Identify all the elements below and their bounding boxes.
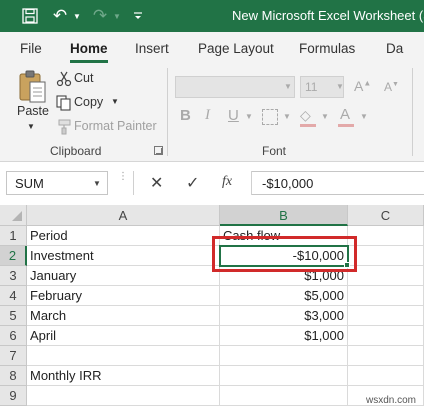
watermark: wsxdn.com <box>366 395 417 406</box>
name-box-dropdown-icon[interactable]: ▼ <box>93 179 101 188</box>
increase-font-size-icon[interactable]: A▲ <box>354 78 371 94</box>
ribbon-separator <box>167 68 168 156</box>
row-header[interactable]: 8 <box>0 366 27 386</box>
bold-icon[interactable]: B <box>180 107 191 124</box>
font-color-dropdown-icon[interactable]: ▼ <box>360 112 368 121</box>
cell-a3[interactable]: January <box>27 266 220 286</box>
copy-icon <box>56 95 71 111</box>
cell-a5[interactable]: March <box>27 306 220 326</box>
ribbon-separator <box>412 68 413 156</box>
decrease-font-size-icon[interactable]: A▼ <box>384 80 399 94</box>
cell-a9[interactable] <box>27 386 220 406</box>
enter-check-icon[interactable]: ✓ <box>186 173 199 193</box>
undo-dropdown-icon[interactable]: ▼ <box>72 6 82 26</box>
borders-dropdown-icon[interactable]: ▼ <box>283 112 291 121</box>
borders-icon[interactable] <box>262 109 278 125</box>
insert-function-icon[interactable]: fx <box>222 174 232 190</box>
cell-a7[interactable] <box>27 346 220 366</box>
redo-icon[interactable]: ↷ <box>90 6 110 26</box>
clipboard-launcher-icon[interactable] <box>154 146 163 155</box>
font-group-label: Font <box>262 144 287 158</box>
cell-c8[interactable] <box>348 366 424 386</box>
customize-qat-icon[interactable] <box>132 6 144 26</box>
tab-data[interactable]: Da <box>386 41 403 56</box>
cell-b5[interactable]: $3,000 <box>220 306 348 326</box>
cell-b8[interactable] <box>220 366 348 386</box>
cell-b7[interactable] <box>220 346 348 366</box>
active-tab-indicator <box>70 60 108 63</box>
row-header[interactable]: 6 <box>0 326 27 346</box>
cell-b6[interactable]: $1,000 <box>220 326 348 346</box>
row-header[interactable]: 4 <box>0 286 27 306</box>
fill-color-icon[interactable]: ◇ <box>300 107 316 125</box>
column-header-a[interactable]: A <box>27 205 220 226</box>
cell-c3[interactable] <box>348 266 424 286</box>
format-painter-button[interactable]: Format Painter <box>74 119 157 133</box>
row-header[interactable]: 9 <box>0 386 27 406</box>
tab-formulas[interactable]: Formulas <box>299 41 355 56</box>
scissors-icon <box>56 71 72 87</box>
cell-a4[interactable]: February <box>27 286 220 306</box>
formula-bar-separator <box>133 171 134 195</box>
formula-bar-grip-icon[interactable]: ⋮ <box>118 172 128 192</box>
cell-c6[interactable] <box>348 326 424 346</box>
paste-button[interactable]: Paste <box>17 104 49 118</box>
cell-c7[interactable] <box>348 346 424 366</box>
font-size-dropdown-icon[interactable]: ▼ <box>336 82 344 91</box>
tab-page-layout[interactable]: Page Layout <box>198 41 274 56</box>
redo-dropdown-icon[interactable]: ▼ <box>112 6 122 26</box>
clipboard-group-label: Clipboard <box>50 144 102 158</box>
column-header-b[interactable]: B <box>220 205 348 226</box>
cancel-icon[interactable]: ✕ <box>150 173 163 193</box>
row-header[interactable]: 5 <box>0 306 27 326</box>
document-title: New Microsoft Excel Worksheet (3) <box>232 8 424 23</box>
cell-c1[interactable] <box>348 226 424 246</box>
row-header[interactable]: 7 <box>0 346 27 366</box>
underline-icon[interactable]: U <box>228 107 239 124</box>
paste-icon[interactable] <box>18 70 48 104</box>
font-color-icon[interactable]: A <box>340 106 350 123</box>
column-header-c[interactable]: C <box>348 205 424 226</box>
font-name-combobox[interactable] <box>175 76 295 98</box>
font-name-dropdown-icon[interactable]: ▼ <box>284 82 292 91</box>
font-color-swatch <box>338 124 354 127</box>
cell-a8[interactable]: Monthly IRR <box>27 366 220 386</box>
title-bar: ↶ ▼ ↷ ▼ New Microsoft Excel Worksheet (3… <box>0 0 424 32</box>
save-icon[interactable] <box>20 6 40 26</box>
select-all-icon <box>12 211 22 221</box>
ribbon-tabs: File Home Insert Page Layout Formulas Da <box>0 32 424 64</box>
row-header[interactable]: 2 <box>0 246 27 266</box>
cell-a6[interactable]: April <box>27 326 220 346</box>
underline-dropdown-icon[interactable]: ▼ <box>245 112 253 121</box>
cell-b4[interactable]: $5,000 <box>220 286 348 306</box>
cell-a1[interactable]: Period <box>27 226 220 246</box>
cell-c5[interactable] <box>348 306 424 326</box>
paste-dropdown-icon[interactable]: ▼ <box>27 122 35 131</box>
cell-a2[interactable]: Investment <box>27 246 220 266</box>
format-painter-icon <box>58 119 71 135</box>
copy-dropdown-icon[interactable]: ▼ <box>111 97 119 106</box>
highlight-annotation <box>212 236 357 272</box>
row-header[interactable]: 3 <box>0 266 27 286</box>
cut-button[interactable]: Cut <box>74 71 93 85</box>
tab-home[interactable]: Home <box>70 41 108 56</box>
italic-icon[interactable]: I <box>205 107 210 124</box>
tab-file[interactable]: File <box>20 41 42 56</box>
fill-color-dropdown-icon[interactable]: ▼ <box>321 112 329 121</box>
cell-b9[interactable] <box>220 386 348 406</box>
copy-button[interactable]: Copy <box>74 95 103 109</box>
undo-icon[interactable]: ↶ <box>50 6 70 26</box>
cell-c4[interactable] <box>348 286 424 306</box>
row-header[interactable]: 1 <box>0 226 27 246</box>
tab-insert[interactable]: Insert <box>135 41 169 56</box>
cell-c2[interactable] <box>348 246 424 266</box>
fill-color-swatch <box>300 124 316 127</box>
formula-input[interactable]: -$10,000 <box>252 171 424 195</box>
